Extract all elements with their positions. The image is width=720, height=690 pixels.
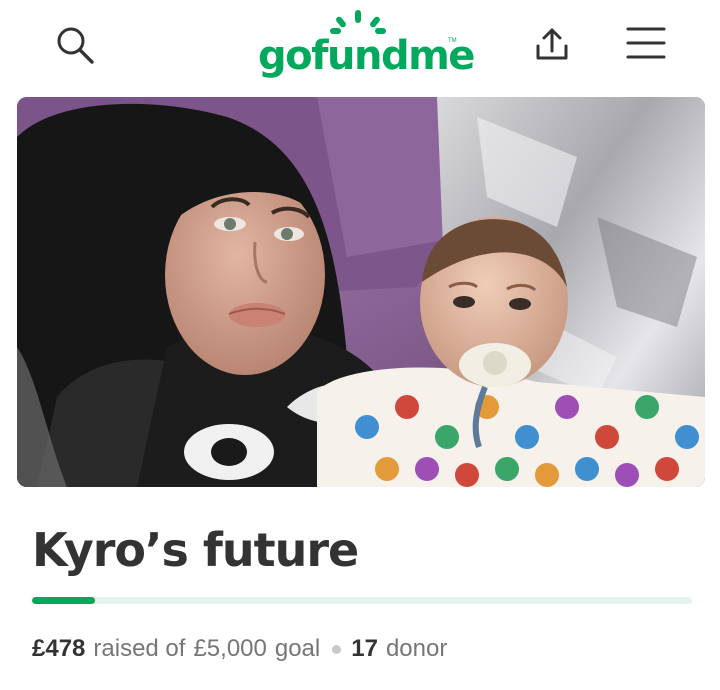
donor-count[interactable]: 17 xyxy=(351,631,378,667)
progress-bar xyxy=(32,597,692,604)
gofundme-logo[interactable]: gofundme TM xyxy=(250,4,475,84)
raised-of-label: raised of xyxy=(93,635,186,662)
goal-label: goal xyxy=(274,635,321,662)
goal-amount: £5,000 xyxy=(193,635,267,662)
search-button[interactable] xyxy=(52,22,98,68)
campaign-title: Kyro’s future xyxy=(32,523,359,577)
donor-label[interactable]: donor xyxy=(386,631,447,667)
menu-button[interactable] xyxy=(622,22,670,64)
share-button[interactable] xyxy=(528,20,576,68)
share-icon xyxy=(536,28,568,60)
logo-text: gofundme xyxy=(258,33,475,79)
separator-dot xyxy=(332,644,342,654)
logo-trademark: TM xyxy=(448,38,457,44)
amount-raised: £478 xyxy=(32,635,86,662)
progress-bar-fill xyxy=(32,597,96,604)
hamburger-menu-icon xyxy=(626,27,666,59)
fundraising-stats: £478 raised of £5,000 goal 17 donor xyxy=(32,631,447,667)
campaign-photo[interactable] xyxy=(17,97,705,487)
header: gofundme TM xyxy=(0,0,720,90)
search-icon xyxy=(57,27,94,64)
campaign-photo-illustration xyxy=(17,97,705,487)
